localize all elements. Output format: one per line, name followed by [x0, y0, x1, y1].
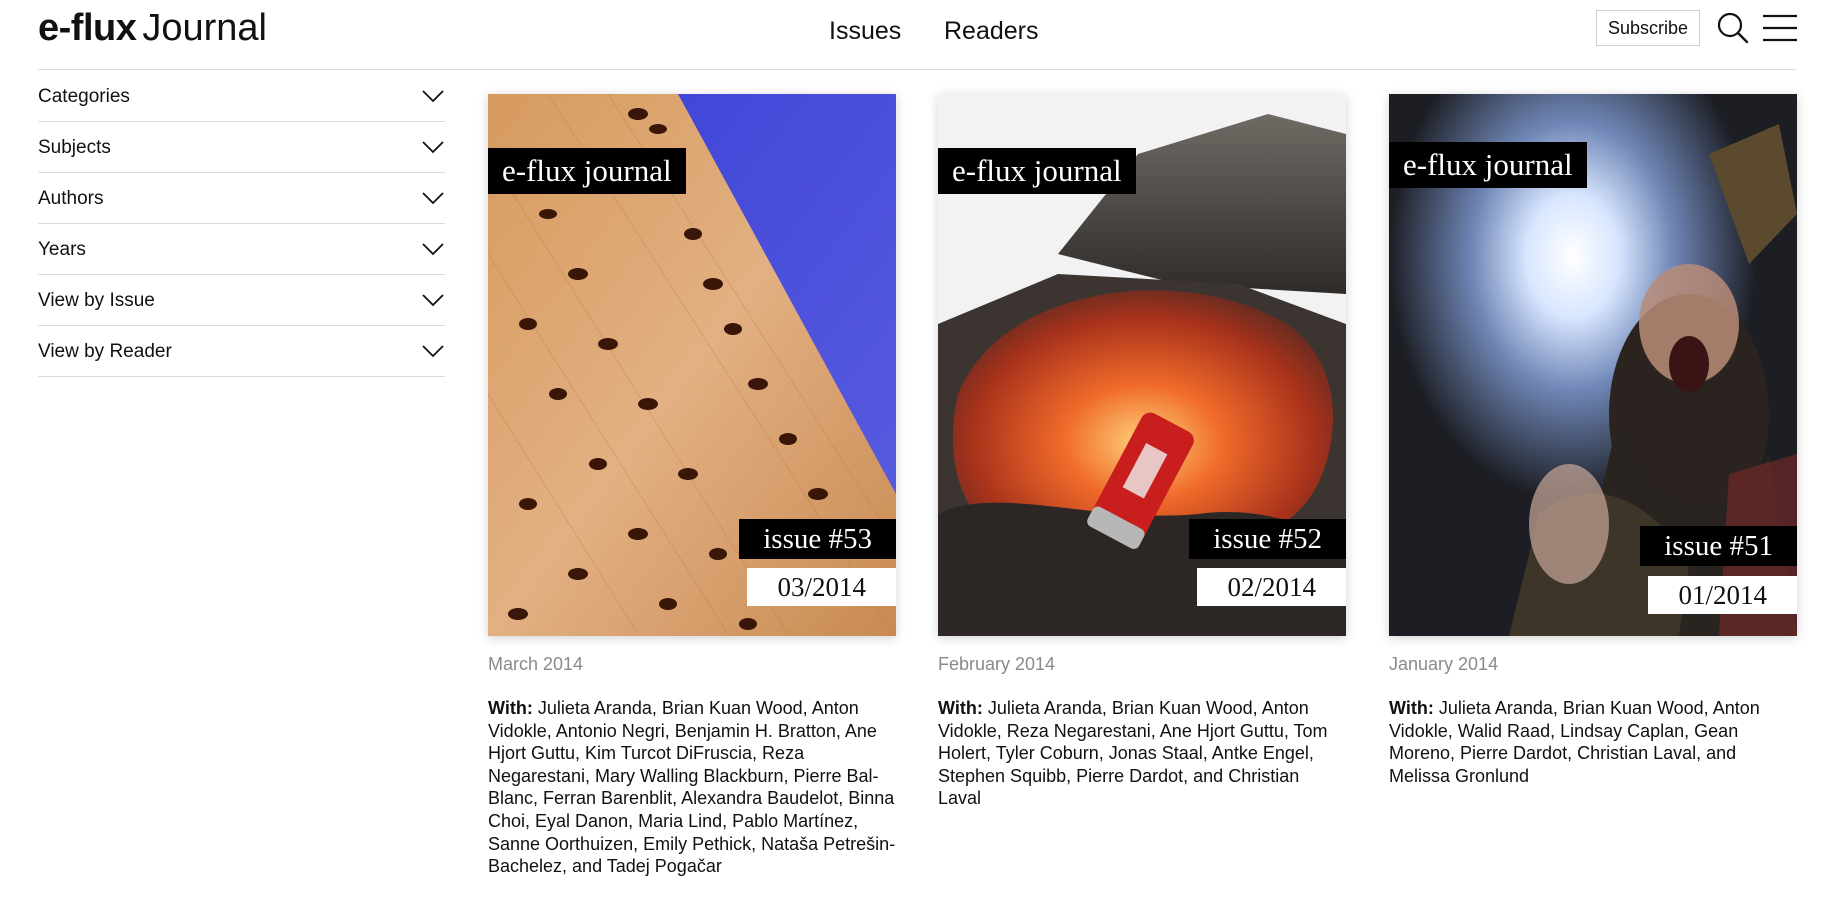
subscribe-button[interactable]: Subscribe [1596, 10, 1700, 46]
issue-month: March 2014 [488, 654, 584, 674]
cover-issue-date: 02/2014 [1197, 568, 1346, 606]
issue-card: e-flux journal issue #53 03/2014 March 2… [488, 94, 896, 878]
filter-label: View by Issue [38, 290, 155, 311]
chevron-down-icon [422, 192, 444, 205]
search-button[interactable] [1716, 10, 1750, 46]
issue-contributors: With: Julieta Aranda, Brian Kuan Wood, A… [488, 697, 896, 878]
cover-masthead: e-flux journal [1389, 142, 1587, 188]
contributors-list: Julieta Aranda, Brian Kuan Wood, Anton V… [938, 698, 1328, 809]
logo-bold-text: e-flux [38, 7, 137, 49]
logo-regular-text: Journal [142, 7, 267, 49]
issue-cover[interactable]: e-flux journal issue #51 01/2014 [1389, 94, 1797, 636]
with-label: With: [938, 698, 983, 718]
issue-month: January 2014 [1389, 654, 1499, 674]
contributors-list: Julieta Aranda, Brian Kuan Wood, Anton V… [1389, 698, 1760, 786]
search-icon [1717, 12, 1749, 44]
site-header: e-flux Journal Issues Readers Subscribe [0, 0, 1824, 70]
cover-issue-number: issue #53 [739, 519, 896, 559]
menu-button[interactable] [1762, 12, 1798, 44]
chevron-down-icon [422, 345, 444, 358]
issue-contributors: With: Julieta Aranda, Brian Kuan Wood, A… [938, 697, 1346, 810]
filter-view-by-issue[interactable]: View by Issue [38, 275, 445, 326]
hamburger-menu-icon [1763, 14, 1797, 42]
chevron-down-icon [422, 294, 444, 307]
nav-readers[interactable]: Readers [944, 12, 1039, 50]
filter-categories[interactable]: Categories [38, 71, 445, 122]
issue-contributors: With: Julieta Aranda, Brian Kuan Wood, A… [1389, 697, 1797, 787]
issue-cover[interactable]: e-flux journal issue #52 02/2014 [938, 94, 1346, 636]
cover-masthead: e-flux journal [488, 148, 686, 194]
filter-view-by-reader[interactable]: View by Reader [38, 326, 445, 377]
contributors-list: Julieta Aranda, Brian Kuan Wood, Anton V… [488, 698, 896, 877]
issue-card: e-flux journal issue #52 02/2014 Februar… [938, 94, 1346, 810]
main-nav: Issues Readers [0, 12, 1824, 52]
cover-issue-date: 01/2014 [1648, 576, 1797, 614]
filter-label: View by Reader [38, 341, 172, 362]
filter-sidebar: Categories Subjects Authors Years View b… [38, 71, 445, 377]
filter-label: Years [38, 239, 86, 260]
cover-issue-number: issue #52 [1189, 519, 1346, 559]
with-label: With: [1389, 698, 1434, 718]
filter-years[interactable]: Years [38, 224, 445, 275]
cover-masthead: e-flux journal [938, 148, 1136, 194]
chevron-down-icon [422, 90, 444, 103]
filter-authors[interactable]: Authors [38, 173, 445, 224]
filter-label: Subjects [38, 137, 111, 158]
issue-cover[interactable]: e-flux journal issue #53 03/2014 [488, 94, 896, 636]
chevron-down-icon [422, 243, 444, 256]
issue-month: February 2014 [938, 654, 1056, 674]
chevron-down-icon [422, 141, 444, 154]
cover-issue-number: issue #51 [1640, 526, 1797, 566]
filter-label: Authors [38, 188, 104, 209]
filter-label: Categories [38, 86, 130, 107]
nav-issues[interactable]: Issues [829, 12, 901, 50]
header-divider [38, 69, 1796, 70]
with-label: With: [488, 698, 533, 718]
cover-issue-date: 03/2014 [747, 568, 896, 606]
issue-card: e-flux journal issue #51 01/2014 January… [1389, 94, 1797, 787]
site-logo[interactable]: e-flux Journal [38, 6, 267, 50]
filter-subjects[interactable]: Subjects [38, 122, 445, 173]
